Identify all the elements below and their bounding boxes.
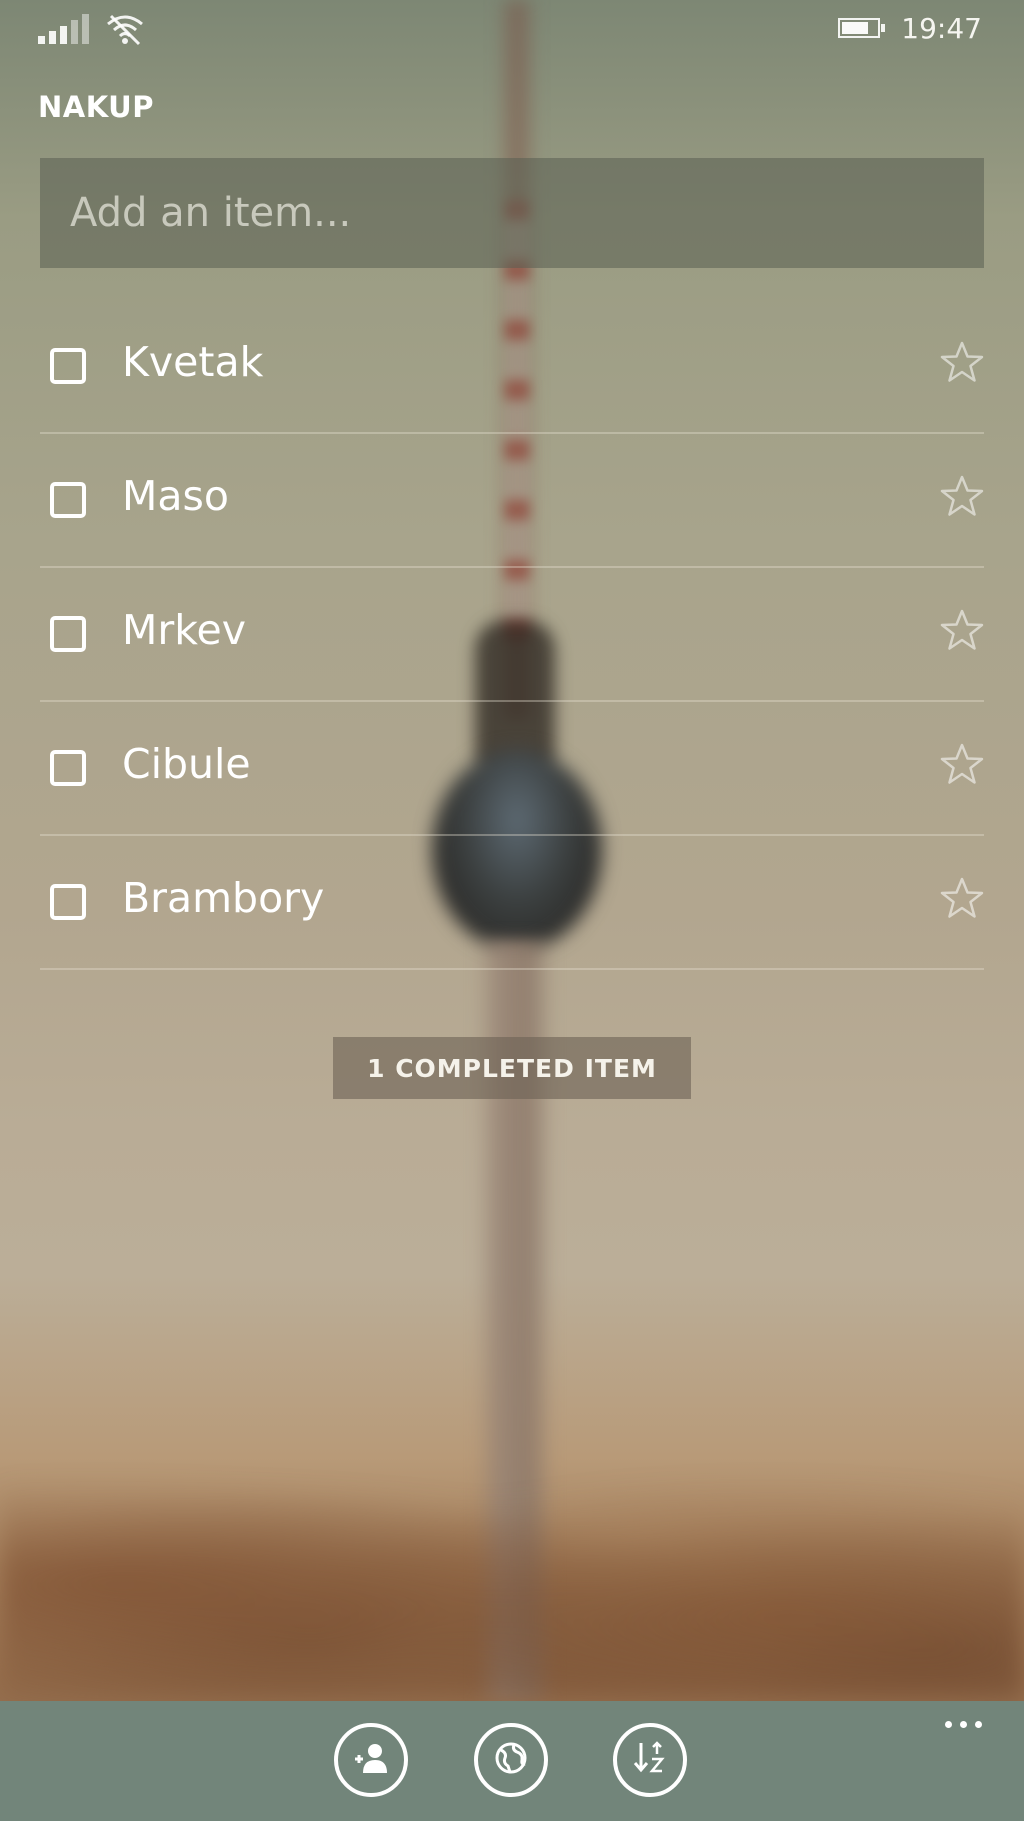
task-row[interactable]: Kvetak xyxy=(40,300,984,434)
sort-button[interactable] xyxy=(613,1723,687,1797)
list-title: NAKUP xyxy=(38,90,154,124)
task-row[interactable]: Cibule xyxy=(40,702,984,836)
signal-strength-icon xyxy=(38,14,92,44)
app-screen: 19:47 NAKUP Kvetak Maso Mrkev xyxy=(0,0,1024,1821)
completed-items-button[interactable]: 1 COMPLETED ITEM xyxy=(333,1037,691,1099)
star-icon[interactable] xyxy=(940,876,984,920)
star-icon[interactable] xyxy=(940,608,984,652)
share-list-icon xyxy=(352,1739,390,1781)
task-label: Brambory xyxy=(122,874,325,922)
task-list: Kvetak Maso Mrkev Cibule Brambory xyxy=(40,300,984,970)
app-bar xyxy=(0,1701,1024,1821)
add-item-input[interactable] xyxy=(40,158,984,268)
globe-button[interactable] xyxy=(474,1723,548,1797)
star-icon[interactable] xyxy=(940,340,984,384)
task-row[interactable]: Brambory xyxy=(40,836,984,970)
task-label: Kvetak xyxy=(122,338,264,386)
task-label: Maso xyxy=(122,472,229,520)
status-bar: 19:47 xyxy=(0,0,1024,60)
task-row[interactable]: Mrkev xyxy=(40,568,984,702)
battery-icon xyxy=(838,18,888,40)
status-time: 19:47 xyxy=(901,12,982,45)
task-label: Mrkev xyxy=(122,606,247,654)
star-icon[interactable] xyxy=(940,742,984,786)
task-checkbox[interactable] xyxy=(50,348,86,384)
task-checkbox[interactable] xyxy=(50,884,86,920)
background-city xyxy=(0,1400,1024,1700)
star-icon[interactable] xyxy=(940,474,984,518)
globe-icon xyxy=(492,1739,530,1781)
task-row[interactable]: Maso xyxy=(40,434,984,568)
task-checkbox[interactable] xyxy=(50,482,86,518)
wifi-icon xyxy=(105,12,145,46)
more-options-icon[interactable] xyxy=(939,1715,988,1734)
task-checkbox[interactable] xyxy=(50,616,86,652)
share-list-button[interactable] xyxy=(334,1723,408,1797)
task-checkbox[interactable] xyxy=(50,750,86,786)
sort-icon xyxy=(631,1739,669,1781)
task-label: Cibule xyxy=(122,740,251,788)
